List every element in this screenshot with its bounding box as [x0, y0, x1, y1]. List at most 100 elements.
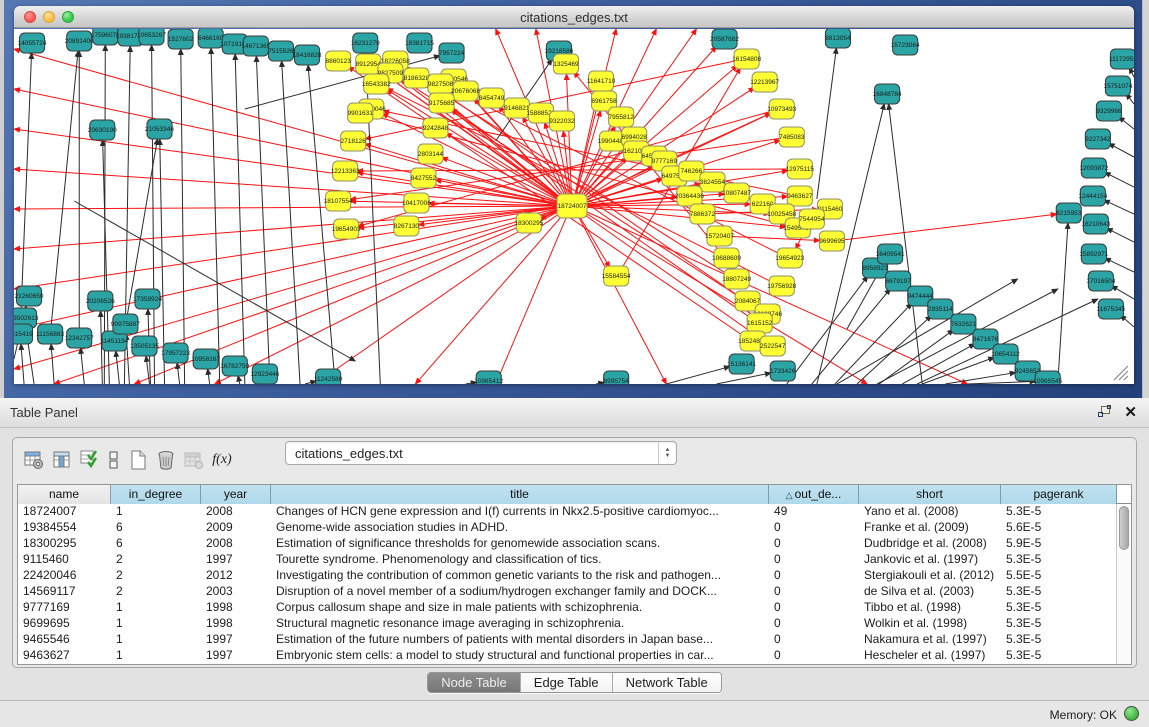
table-cell[interactable]: 5.3E-5 [1001, 552, 1117, 568]
table-cell[interactable]: 22420046 [18, 568, 111, 584]
table-cell[interactable]: de Silva et al. (2003) [859, 584, 1001, 600]
table-cell[interactable]: 5.5E-5 [1001, 568, 1117, 584]
tab-network-table[interactable]: Network Table [613, 673, 721, 692]
graph-node-yellow[interactable]: 8454749 [479, 88, 505, 108]
table-cell[interactable]: 0 [769, 552, 859, 568]
table-cell[interactable]: 9465546 [18, 632, 111, 648]
table-cell[interactable]: Investigating the contribution of common… [271, 568, 769, 584]
graph-node-teal[interactable]: 90975887 [111, 314, 140, 334]
graph-node-teal[interactable]: 16409541 [876, 244, 905, 264]
graph-node-teal[interactable]: 20891406 [65, 31, 94, 51]
graph-node-yellow[interactable]: 19654923 [775, 248, 804, 268]
graph-node-teal[interactable]: 10653267 [137, 29, 166, 45]
graph-node-yellow[interactable]: 1615152 [747, 313, 773, 333]
table-cell[interactable]: 2 [111, 568, 201, 584]
table-cell[interactable]: Wolkin et al. (1998) [859, 616, 1001, 632]
graph-node-teal[interactable]: 11156863 [36, 324, 64, 344]
table-cell[interactable]: Structural magnetic resonance image aver… [271, 616, 769, 632]
graph-edge[interactable] [812, 289, 891, 384]
graph-edge[interactable] [717, 373, 771, 384]
graph-node-yellow[interactable]: 9699695 [819, 231, 845, 251]
graph-node-teal[interactable]: 15892971 [1079, 244, 1108, 264]
table-cell[interactable]: 1 [111, 504, 201, 520]
graph-edge[interactable] [208, 369, 210, 384]
graph-edge[interactable] [442, 157, 561, 202]
table-cell[interactable]: 0 [769, 600, 859, 616]
table-cell[interactable]: 1998 [201, 600, 271, 616]
tab-edge-table[interactable]: Edge Table [521, 673, 613, 692]
table-cell[interactable]: 0 [769, 616, 859, 632]
graph-node-yellow[interactable]: 19756928 [767, 276, 796, 296]
table-row[interactable]: 1830029562008Estimation of significance … [18, 536, 1131, 552]
table-row[interactable]: 969969511998Structural magnetic resonanc… [18, 616, 1131, 632]
table-cell[interactable]: 19384554 [18, 520, 111, 536]
graph-node-teal[interactable]: 16210643 [1081, 214, 1110, 234]
graph-node-teal[interactable]: 16231279 [351, 33, 380, 53]
table-cell[interactable]: 2 [111, 552, 201, 568]
table-cell[interactable]: 5.3E-5 [1001, 600, 1117, 616]
graph-edge[interactable] [21, 344, 24, 384]
table-cell[interactable]: 1997 [201, 632, 271, 648]
table-cell[interactable]: 1 [111, 616, 201, 632]
graph-node-yellow[interactable]: 2803144 [418, 144, 444, 164]
table-cell[interactable]: 0 [769, 648, 859, 664]
graph-edge[interactable] [1107, 228, 1134, 242]
table-cell[interactable]: Disruption of a novel member of a sodium… [271, 584, 769, 600]
graph-node-teal[interactable]: 7957224 [439, 43, 465, 63]
graph-edge[interactable] [14, 206, 560, 209]
graph-node-teal[interactable]: 11675345 [1097, 299, 1126, 319]
select-columns-icon[interactable] [49, 447, 75, 473]
graph-node-teal[interactable]: 15751074 [1103, 76, 1132, 96]
graph-node-yellow[interactable]: 18107554 [324, 191, 353, 211]
graph-node-teal[interactable]: 8995754 [603, 371, 629, 384]
graph-node-teal[interactable]: 6679197 [885, 271, 911, 291]
graph-edge[interactable] [152, 45, 155, 384]
table-row[interactable]: 946554611997Estimation of the future num… [18, 632, 1131, 648]
graph-edge[interactable] [14, 207, 560, 289]
graph-node-teal[interactable]: 16848784 [873, 84, 902, 104]
graph-node-teal[interactable]: 11242580 [314, 369, 343, 384]
graph-node-yellow[interactable]: 12213967 [750, 72, 779, 92]
network-canvas[interactable]: 1405572420891406175960781938171410653267… [14, 29, 1134, 384]
table-cell[interactable]: Tourette syndrome. Phenomenology and cla… [271, 552, 769, 568]
graph-node-teal[interactable]: 16782759 [220, 356, 249, 376]
graph-node-teal[interactable]: 8813054 [825, 29, 851, 48]
graph-node-teal[interactable]: 17016504 [1086, 271, 1115, 291]
table-cell[interactable]: 14569117 [18, 584, 111, 600]
graph-node-yellow[interactable]: 15720407 [705, 226, 734, 246]
graph-node-teal[interactable]: 15136141 [727, 354, 756, 374]
graph-edge[interactable] [116, 351, 120, 384]
column-header-title[interactable]: title [271, 485, 769, 504]
table-cell[interactable]: 2009 [201, 520, 271, 536]
graph-node-yellow[interactable]: 8427552 [411, 168, 437, 188]
graph-node-yellow[interactable]: 1325469 [553, 54, 579, 74]
table-cell[interactable]: Estimation of significance thresholds fo… [271, 536, 769, 552]
table-cell[interactable]: Dudbridge et al. (2008) [859, 536, 1001, 552]
graph-node-teal[interactable]: 18381715 [405, 33, 434, 53]
graph-edge[interactable] [496, 215, 568, 384]
graph-edge[interactable] [578, 215, 667, 384]
graph-edge[interactable] [1111, 286, 1134, 299]
table-cell[interactable]: 1997 [201, 552, 271, 568]
delete-icon[interactable] [153, 447, 179, 473]
graph-node-yellow[interactable]: 2522547 [760, 336, 786, 356]
graph-node-teal[interactable]: 10654112 [991, 344, 1020, 364]
graph-node-yellow[interactable]: 9175685 [429, 93, 455, 113]
graph-node-yellow[interactable]: 8267130 [394, 216, 420, 236]
graph-node-yellow[interactable]: 10417006 [402, 193, 431, 213]
graph-node-yellow[interactable]: 10688609 [712, 248, 741, 268]
table-cell[interactable]: Tibbo et al. (1998) [859, 600, 1001, 616]
clear-selection-icon[interactable] [105, 447, 123, 473]
table-cell[interactable]: Estimation of the future numbers of pati… [271, 632, 769, 648]
combobox-stepper-icon[interactable]: ▲▼ [658, 442, 676, 464]
column-header-name[interactable]: name [18, 485, 111, 504]
table-cell[interactable]: 9777169 [18, 600, 111, 616]
table-cell[interactable]: 5.3E-5 [1001, 504, 1117, 520]
graph-node-teal[interactable]: 10958167 [191, 349, 220, 369]
table-cell[interactable]: 5.3E-5 [1001, 616, 1117, 632]
table-cell[interactable]: 1 [111, 632, 201, 648]
table-row[interactable]: 1456911722003Disruption of a novel membe… [18, 584, 1131, 600]
graph-node-teal[interactable]: 1733426 [770, 361, 796, 381]
graph-edge[interactable] [545, 122, 568, 196]
graph-node-yellow[interactable]: 7544954 [799, 209, 825, 229]
